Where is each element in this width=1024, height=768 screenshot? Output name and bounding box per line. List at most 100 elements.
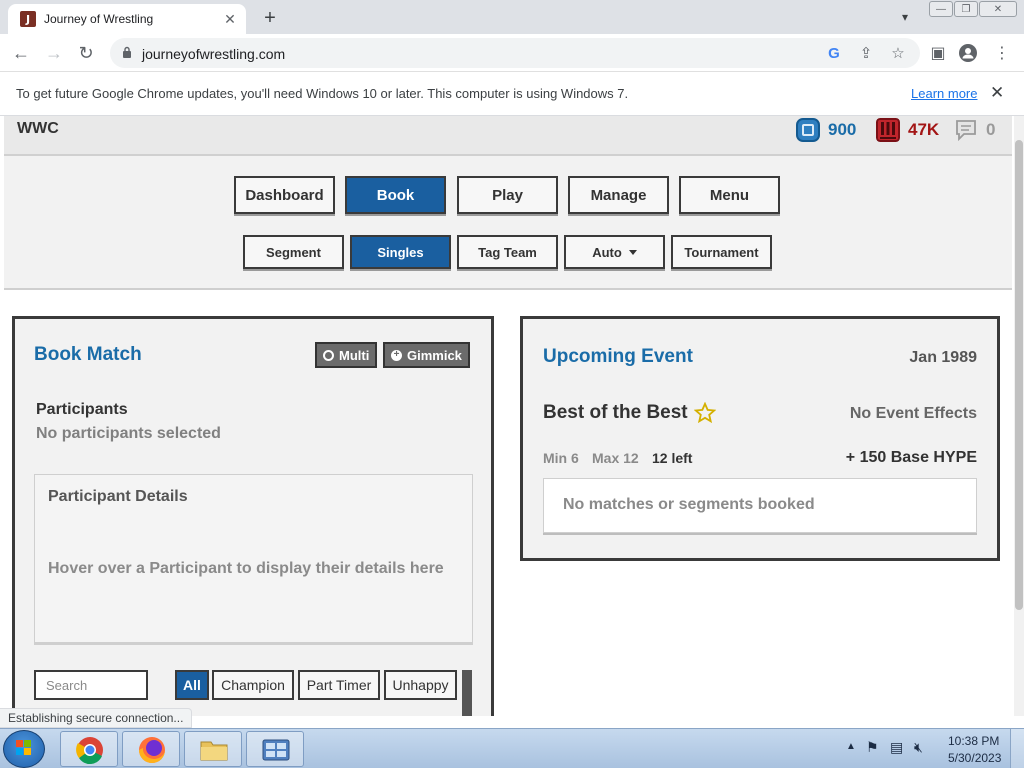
google-translate-icon[interactable]: G	[824, 43, 844, 63]
site-favicon-icon: J	[20, 11, 36, 27]
restore-window-icon[interactable]: ❐	[954, 1, 978, 17]
auto-dropdown-label: Auto	[592, 244, 622, 260]
filter-scroll-handle[interactable]	[462, 670, 472, 716]
hype-stat[interactable]: 47K	[876, 118, 939, 142]
taskbar-clock-date[interactable]: 5/30/2023	[948, 751, 1001, 765]
page-scrollbar[interactable]	[1014, 116, 1024, 716]
caret-down-icon	[628, 249, 637, 255]
booking-type-auto-dropdown[interactable]: Auto	[564, 235, 665, 269]
event-effects: No Event Effects	[849, 405, 977, 422]
event-base-hype: + 150 Base HYPE	[845, 449, 977, 466]
forward-arrow-icon[interactable]: →	[41, 40, 67, 66]
taskbar-control-panel-icon[interactable]	[246, 731, 304, 767]
gimmick-button[interactable]: + Gimmick	[383, 342, 470, 368]
points-stat[interactable]: 900	[796, 118, 856, 142]
participant-details-hint: Hover over a Participant to display thei…	[48, 560, 444, 577]
tab-title: Journey of Wrestling	[44, 12, 154, 26]
show-desktop-button[interactable]	[1010, 729, 1024, 768]
windows-logo-icon	[16, 740, 31, 755]
share-icon[interactable]: ⇪	[856, 43, 876, 63]
lock-icon	[123, 46, 131, 58]
bookmark-star-icon[interactable]: ☆	[888, 43, 908, 63]
participants-label: Participants	[36, 401, 128, 418]
browser-toolbar: ← → ↻ journeyofwrestling.com G ⇪ ☆ ▣ ⋮	[0, 34, 1024, 72]
nav-dashboard-button[interactable]: Dashboard	[234, 176, 335, 214]
action-center-flag-icon[interactable]: ⚑	[866, 739, 879, 756]
plus-circle-icon: +	[391, 349, 402, 361]
tray-expand-arrow-icon[interactable]: ▲	[846, 741, 856, 752]
windows-taskbar: ▲ ⚑ ▤ 🔇︎ 10:38 PM 5/30/2023	[0, 728, 1024, 768]
participants-empty-text: No participants selected	[36, 425, 221, 442]
messages-value: 0	[986, 120, 996, 139]
hype-bars-icon	[876, 118, 900, 142]
favorite-star-icon[interactable]	[693, 402, 716, 424]
upcoming-event-card: Upcoming Event Jan 1989 Best of the Best…	[520, 316, 1000, 561]
page-content: WWC 900 47K 0 Dashboard Book Play Manage…	[0, 116, 1014, 716]
tab-search-chevron-icon[interactable]: ▾	[894, 6, 916, 28]
booked-matches-list: No matches or segments booked	[543, 478, 977, 533]
messages-stat[interactable]: 0	[954, 118, 995, 142]
network-icon[interactable]: ▤	[890, 739, 903, 756]
taskbar-file-explorer-icon[interactable]	[184, 731, 242, 767]
points-value: 900	[828, 120, 857, 139]
learn-more-link[interactable]: Learn more	[911, 86, 977, 101]
booked-empty-text: No matches or segments booked	[563, 496, 815, 513]
event-slots-left: 12 left	[652, 450, 693, 466]
upcoming-event-title: Upcoming Event	[543, 346, 693, 367]
multi-label: Multi	[339, 347, 370, 363]
booking-type-tag-team-button[interactable]: Tag Team	[457, 235, 558, 269]
radio-circle-icon	[323, 349, 334, 361]
nav-book-button[interactable]: Book	[345, 176, 446, 214]
volume-muted-icon[interactable]: 🔇︎	[914, 739, 923, 756]
nav-manage-button[interactable]: Manage	[568, 176, 669, 214]
close-infobar-icon[interactable]: ✕	[990, 83, 1004, 103]
close-tab-icon[interactable]: ✕	[222, 11, 238, 27]
event-name-row: Best of the Best	[543, 402, 716, 424]
windows-start-button-icon[interactable]	[3, 730, 45, 768]
nav-menu-button[interactable]: Menu	[679, 176, 780, 214]
event-min-participants: Min 6	[543, 450, 579, 466]
scrollbar-thumb[interactable]	[1015, 140, 1023, 610]
hype-value: 47K	[908, 120, 940, 139]
book-match-card: Book Match Multi + Gimmick Participants …	[12, 316, 494, 716]
kebab-menu-icon[interactable]: ⋮	[992, 43, 1012, 63]
profile-avatar-icon[interactable]	[958, 43, 978, 63]
taskbar-chrome-icon[interactable]	[60, 731, 118, 767]
filter-part-timer-button[interactable]: Part Timer	[298, 670, 380, 700]
infobar-message: To get future Google Chrome updates, you…	[16, 86, 629, 101]
multi-toggle-button[interactable]: Multi	[315, 342, 378, 368]
booking-type-singles-button[interactable]: Singles	[350, 235, 451, 269]
close-window-icon[interactable]: ✕	[979, 1, 1017, 17]
booking-type-tournament-button[interactable]: Tournament	[671, 235, 772, 269]
browser-tab[interactable]: J Journey of Wrestling ✕	[8, 4, 246, 34]
minimize-window-icon[interactable]: —	[929, 1, 953, 17]
event-date: Jan 1989	[909, 349, 977, 366]
update-infobar: To get future Google Chrome updates, you…	[0, 72, 1024, 116]
event-name: Best of the Best	[543, 402, 688, 423]
promotion-name: WWC	[17, 120, 59, 137]
back-arrow-icon[interactable]: ←	[8, 40, 34, 66]
points-coin-icon	[796, 118, 820, 142]
taskbar-clock-time[interactable]: 10:38 PM	[948, 734, 999, 748]
booking-type-segment-button[interactable]: Segment	[243, 235, 344, 269]
participant-search-input[interactable]: Search	[34, 670, 148, 700]
url-text: journeyofwrestling.com	[142, 46, 286, 62]
gimmick-label: Gimmick	[407, 347, 462, 363]
book-match-title: Book Match	[34, 344, 142, 365]
participant-details-panel: Participant Details Hover over a Partici…	[34, 474, 473, 643]
event-max-participants: Max 12	[592, 450, 639, 466]
taskbar-firefox-icon[interactable]	[122, 731, 180, 767]
reload-icon[interactable]: ↻	[73, 40, 99, 66]
new-tab-icon[interactable]: +	[258, 6, 282, 30]
filter-champion-button[interactable]: Champion	[212, 670, 294, 700]
address-bar[interactable]: journeyofwrestling.com G ⇪ ☆	[110, 38, 920, 68]
main-navigation: Dashboard Book Play Manage Menu Segment …	[4, 156, 1012, 290]
filter-unhappy-button[interactable]: Unhappy	[384, 670, 457, 700]
participant-details-title: Participant Details	[48, 488, 188, 505]
nav-play-button[interactable]: Play	[457, 176, 558, 214]
browser-status-bubble: Establishing secure connection...	[0, 708, 193, 728]
game-header: WWC 900 47K 0	[4, 116, 1012, 156]
browser-tab-strip: J Journey of Wrestling ✕ + ▾ — ❐ ✕	[0, 0, 1024, 34]
filter-all-button[interactable]: All	[175, 670, 209, 700]
side-panel-icon[interactable]: ▣	[928, 43, 948, 63]
